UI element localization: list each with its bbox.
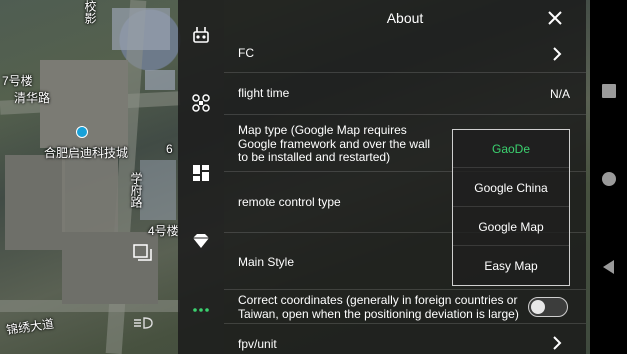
dropdown-option-google-china[interactable]: Google China — [453, 169, 569, 207]
drone-icon[interactable] — [178, 88, 224, 118]
map-layers-icon[interactable] — [133, 244, 153, 262]
settings-category-rail — [178, 0, 224, 354]
panel-header: About — [224, 0, 586, 36]
correct-coordinates-label: Correct coordinates (generally in foreig… — [238, 293, 528, 321]
map-type-label-line-3: to be installed and restarted) — [238, 150, 391, 164]
flight-time-row: flight time N/A — [224, 73, 586, 115]
map-label-xuefu-road: 学府路 — [129, 172, 143, 208]
map-label-jinxiu-road: 锦绣大道 — [5, 316, 55, 338]
map-label-number-6: 6 — [166, 142, 173, 156]
map-label-building-4: 4号楼 — [148, 224, 179, 238]
recents-square-icon[interactable] — [600, 82, 618, 100]
dropdown-option-google-map[interactable]: Google Map — [453, 208, 569, 246]
close-icon[interactable] — [546, 9, 564, 27]
more-icon[interactable] — [178, 295, 224, 325]
dropdown-option-easy-map[interactable]: Easy Map — [453, 247, 569, 285]
fc-row[interactable]: FC — [224, 36, 586, 73]
headlight-icon[interactable] — [132, 316, 154, 330]
correct-coordinates-label-line-2: Taiwan, open when the positioning deviat… — [238, 306, 519, 321]
map-type-label-line-2: Google framework and over the wall — [238, 136, 431, 151]
main-style-label: Main Style — [238, 255, 295, 269]
fpv-unit-row[interactable]: fpv/unit — [224, 324, 586, 354]
map-type-label: Map type (Google Map requires Google fra… — [238, 123, 458, 165]
dashboard-icon[interactable] — [178, 158, 224, 188]
map-type-dropdown: GaoDe Google China Google Map Easy Map — [452, 129, 570, 286]
correct-coordinates-toggle[interactable] — [528, 297, 568, 317]
remote-control-type-label: remote control type — [238, 195, 341, 209]
android-navigation-bar — [590, 0, 627, 354]
correct-coordinates-row: Correct coordinates (generally in foreig… — [224, 290, 586, 324]
page-title: About — [386, 10, 424, 26]
map-label-sign-top: 校影 — [83, 0, 97, 24]
flight-time-label: flight time — [238, 86, 290, 100]
map-label-building-7: 7号楼 — [2, 74, 33, 88]
back-triangle-icon[interactable] — [600, 258, 618, 276]
fpv-unit-label: fpv/unit — [238, 337, 277, 351]
correct-coordinates-label-line-1: Correct coordinates (generally in foreig… — [238, 293, 518, 307]
toggle-knob — [531, 300, 545, 314]
map-label-company: 合肥启迪科技城 — [44, 146, 129, 160]
map-label-qinghua-road: 清华路 — [14, 91, 51, 105]
map-type-label-line-1: Map type (Google Map requires — [238, 123, 407, 137]
fc-label: FC — [238, 46, 254, 60]
chevron-right-icon[interactable] — [552, 336, 562, 350]
chevron-right-icon[interactable] — [552, 47, 562, 61]
dropdown-option-gaode[interactable]: GaoDe — [453, 130, 569, 168]
home-circle-icon[interactable] — [600, 170, 618, 188]
diamond-icon[interactable] — [178, 226, 224, 256]
remote-controller-icon[interactable] — [178, 20, 224, 50]
flight-time-value: N/A — [549, 87, 570, 101]
map-poi-pin-icon[interactable] — [76, 126, 88, 138]
